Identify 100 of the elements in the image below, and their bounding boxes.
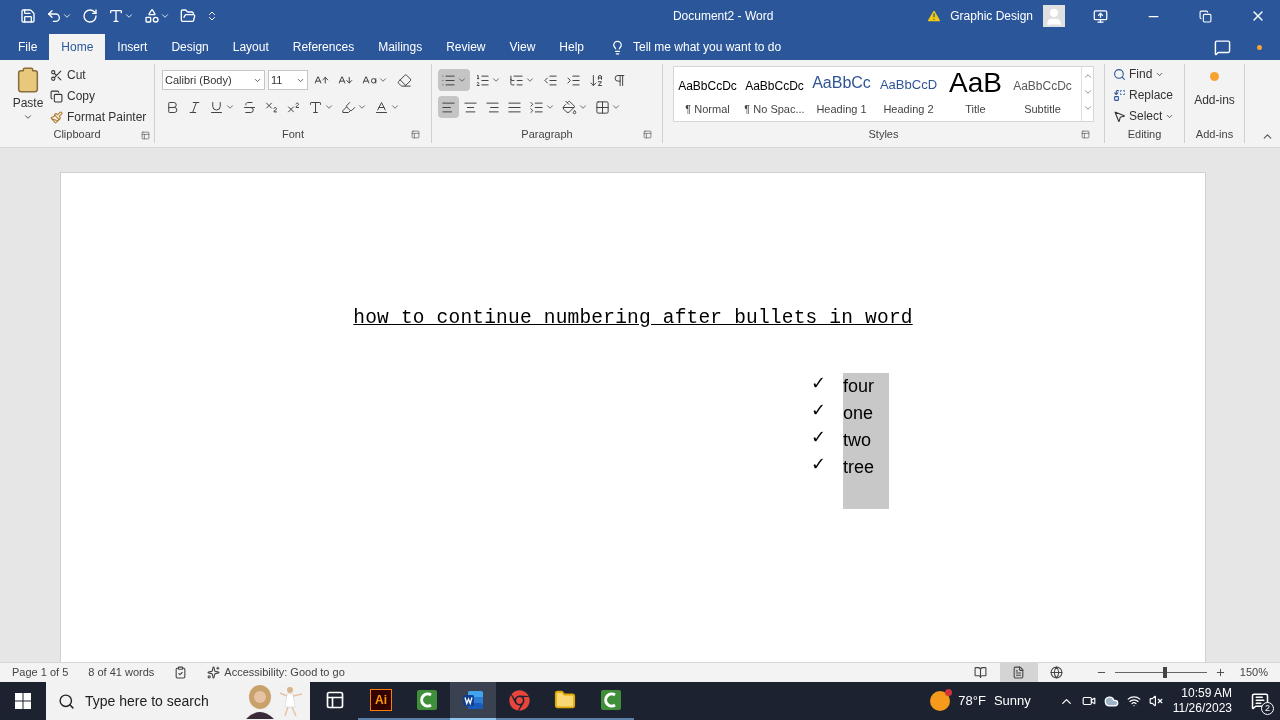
dialog-launcher-icon[interactable] (141, 131, 150, 140)
dialog-launcher-icon[interactable] (1081, 130, 1090, 139)
style-option[interactable]: AaBbCcDc ¶ No Spac... (741, 67, 808, 121)
caret-icon (378, 75, 388, 85)
windows-icon[interactable] (15, 693, 31, 709)
caret-icon[interactable] (62, 11, 72, 21)
list-item-text: one (843, 400, 889, 428)
clock-date[interactable]: 11/26/2023 (1172, 701, 1232, 716)
ribbon-display-icon[interactable] (1093, 8, 1108, 24)
ribbon-tab[interactable]: References (280, 34, 367, 60)
search-icon (58, 692, 75, 710)
shading-icon (562, 99, 577, 115)
clock-time[interactable]: 10:59 AM (1181, 686, 1232, 701)
zoom-thumb[interactable] (1163, 667, 1168, 678)
text-effects-icon[interactable] (108, 8, 124, 24)
cut-button[interactable]: Cut (50, 66, 147, 84)
ribbon-tab[interactable]: Home (49, 34, 106, 60)
ribbon-tab[interactable]: Help (547, 34, 596, 60)
accessibility-status[interactable]: Accessibility: Good to go (224, 664, 345, 681)
sun-icon[interactable] (930, 691, 951, 711)
word-count[interactable]: 8 of 41 words (88, 664, 155, 681)
ribbon-tab[interactable]: Review (434, 34, 498, 60)
bold-icon (165, 99, 180, 115)
ribbon-tab[interactable]: Mailings (366, 34, 435, 60)
folder-icon[interactable] (180, 8, 196, 24)
lightbulb-icon[interactable] (610, 39, 625, 55)
format-painter-button[interactable]: Format Painter (50, 108, 147, 126)
ribbon-tab[interactable]: View (497, 34, 548, 60)
wifi-icon[interactable] (1126, 694, 1141, 708)
multilevel-list-icon (509, 72, 524, 88)
copy-button[interactable]: Copy (50, 87, 147, 105)
redo-icon[interactable] (82, 8, 98, 24)
add-ins-button[interactable]: Add-ins (1185, 64, 1244, 109)
customize-icon[interactable] (206, 10, 218, 22)
replace-icon (1113, 88, 1126, 102)
undo-icon[interactable] (46, 8, 62, 24)
caret-icon (578, 102, 588, 112)
folder-icon (554, 689, 576, 711)
group-label: Font (282, 126, 304, 142)
ribbon-tab[interactable]: Design (159, 34, 221, 60)
account-name[interactable]: Graphic Design (950, 7, 1033, 25)
add-ins-icon (1210, 72, 1219, 81)
dialog-launcher-icon[interactable] (643, 130, 652, 139)
text-effects-icon (308, 99, 323, 115)
caret-icon[interactable] (160, 11, 170, 21)
style-option[interactable]: AaB Title (942, 67, 1009, 121)
paintbrush-icon (50, 110, 63, 124)
save-icon[interactable] (20, 8, 36, 24)
find-button[interactable]: Find (1113, 65, 1176, 83)
cloud-icon[interactable] (1103, 693, 1119, 709)
font-color-icon (374, 99, 389, 115)
page-count[interactable]: Page 1 of 5 (12, 664, 69, 681)
style-option[interactable]: AaBbCcDc Subtitle (1009, 67, 1076, 121)
zoom-level[interactable]: 150% (1239, 664, 1268, 681)
camtasia-icon (600, 689, 622, 711)
group-label: Editing (1127, 126, 1162, 142)
align-left-button[interactable] (438, 96, 459, 118)
select-button[interactable]: Select (1113, 107, 1176, 125)
restore-icon[interactable] (1199, 9, 1212, 23)
scissors-icon (50, 68, 63, 82)
web-view-icon (1050, 666, 1064, 679)
accessibility-icon[interactable] (207, 666, 221, 679)
style-option[interactable]: AaBbCc Heading 1 (808, 67, 875, 121)
taskbar-app[interactable]: Ai (358, 682, 404, 720)
ribbon-tab[interactable]: Layout (220, 34, 281, 60)
group-label: Add-ins (1195, 126, 1234, 142)
font-size-field[interactable]: 11 (268, 70, 308, 90)
volume-muted-icon[interactable] (1148, 694, 1163, 708)
dialog-launcher-icon[interactable] (411, 130, 420, 139)
comments-icon[interactable] (1214, 38, 1231, 56)
list-item-text: two (843, 427, 889, 455)
align-justify-icon (507, 99, 522, 115)
bullets-button[interactable] (438, 69, 470, 91)
paste-button[interactable]: Paste (10, 66, 46, 126)
tell-me-field[interactable]: Tell me what you want to do (633, 38, 782, 56)
replace-button[interactable]: Replace (1113, 86, 1176, 104)
style-option[interactable]: AaBbCcD Heading 2 (875, 67, 942, 121)
caret-icon[interactable] (124, 11, 134, 21)
window-title: Document2 - Word (672, 8, 774, 25)
camtasia-icon (416, 689, 438, 711)
font-name-field[interactable]: Calibri (Body) (162, 70, 265, 90)
weather-condition[interactable]: Sunny (993, 691, 1031, 711)
caret-icon (225, 102, 235, 112)
camera-icon[interactable] (1081, 694, 1096, 708)
ribbon-tab[interactable]: File (6, 34, 50, 60)
zoom-slider[interactable] (1112, 667, 1209, 678)
taskbar-search-field[interactable]: Type here to search (46, 682, 310, 720)
zoom-in-icon[interactable] (1214, 667, 1226, 678)
shapes-icon[interactable] (144, 8, 160, 24)
ribbon-tab[interactable]: Insert (105, 34, 160, 60)
group-label: Paragraph (521, 126, 573, 142)
weather-temperature[interactable]: 78°F (958, 691, 986, 711)
style-option[interactable]: AaBbCcDc ¶ Normal (674, 67, 741, 121)
borders-icon (595, 99, 610, 115)
show-marks-icon (612, 72, 627, 88)
caret-icon (357, 102, 367, 112)
proofing-icon[interactable] (174, 666, 188, 679)
line-spacing-icon (529, 99, 544, 115)
print-view-button[interactable] (999, 663, 1038, 682)
warning-icon (926, 8, 943, 24)
